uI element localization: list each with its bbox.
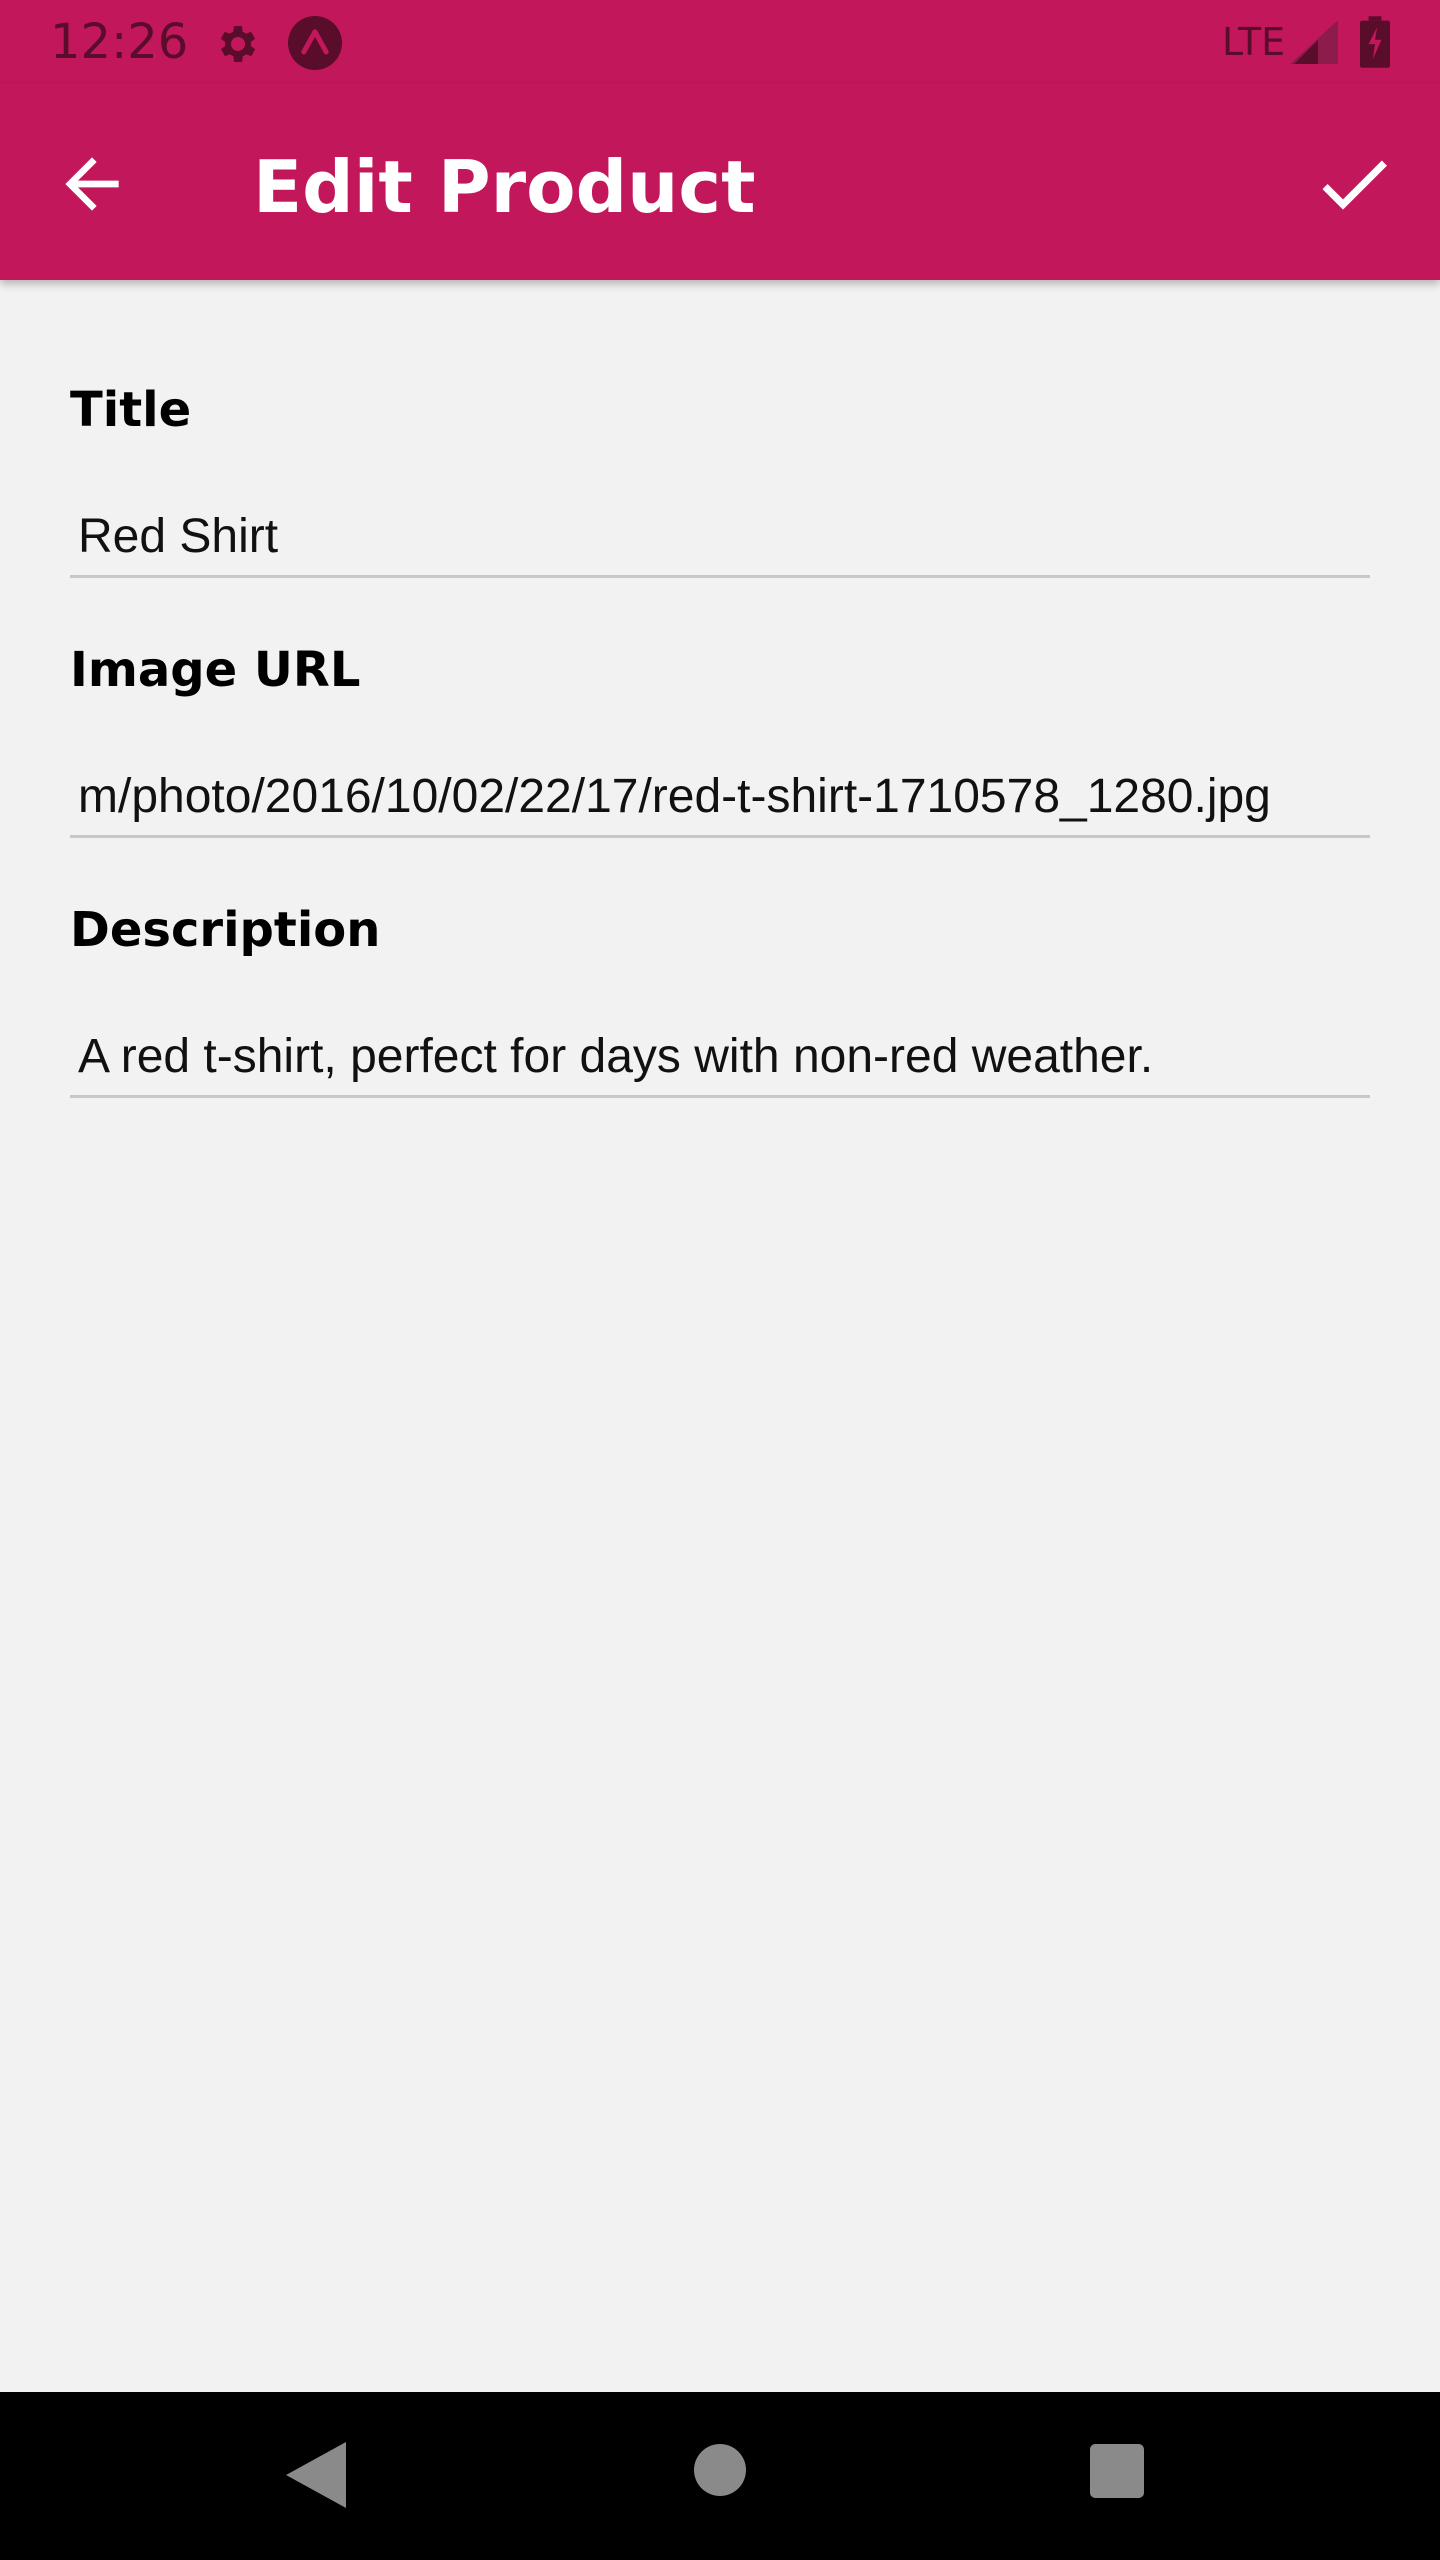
- check-icon[interactable]: [1310, 140, 1398, 228]
- status-time: 12:26: [50, 14, 189, 70]
- image-url-field-group: Image URL: [70, 540, 1370, 840]
- nav-home-icon[interactable]: [694, 2444, 746, 2496]
- image-url-label: Image URL: [70, 642, 361, 698]
- title-field-group: Title: [70, 280, 1370, 580]
- battery-charging-icon: [1360, 16, 1390, 68]
- network-type: LTE: [1222, 20, 1286, 64]
- signal-icon: [1290, 20, 1338, 64]
- settings-gear-icon: [220, 26, 256, 62]
- screen: 12:26 LTE Edit Product Title Red Shirt I…: [0, 0, 1440, 2560]
- status-bar: 12:26 LTE: [0, 0, 1440, 84]
- nav-back-icon[interactable]: [286, 2442, 346, 2508]
- description-label: Description: [70, 902, 381, 958]
- title-label: Title: [70, 382, 192, 438]
- app-bar: Edit Product: [0, 84, 1440, 280]
- nav-recent-apps-icon[interactable]: [1090, 2444, 1144, 2498]
- description-field-group: Description: [70, 800, 1370, 1100]
- system-nav-bar: [0, 2392, 1440, 2560]
- page-title: Edit Product: [253, 145, 756, 229]
- description-input[interactable]: [70, 1018, 1370, 1098]
- back-arrow-icon[interactable]: [52, 144, 132, 224]
- expo-icon: [288, 16, 342, 70]
